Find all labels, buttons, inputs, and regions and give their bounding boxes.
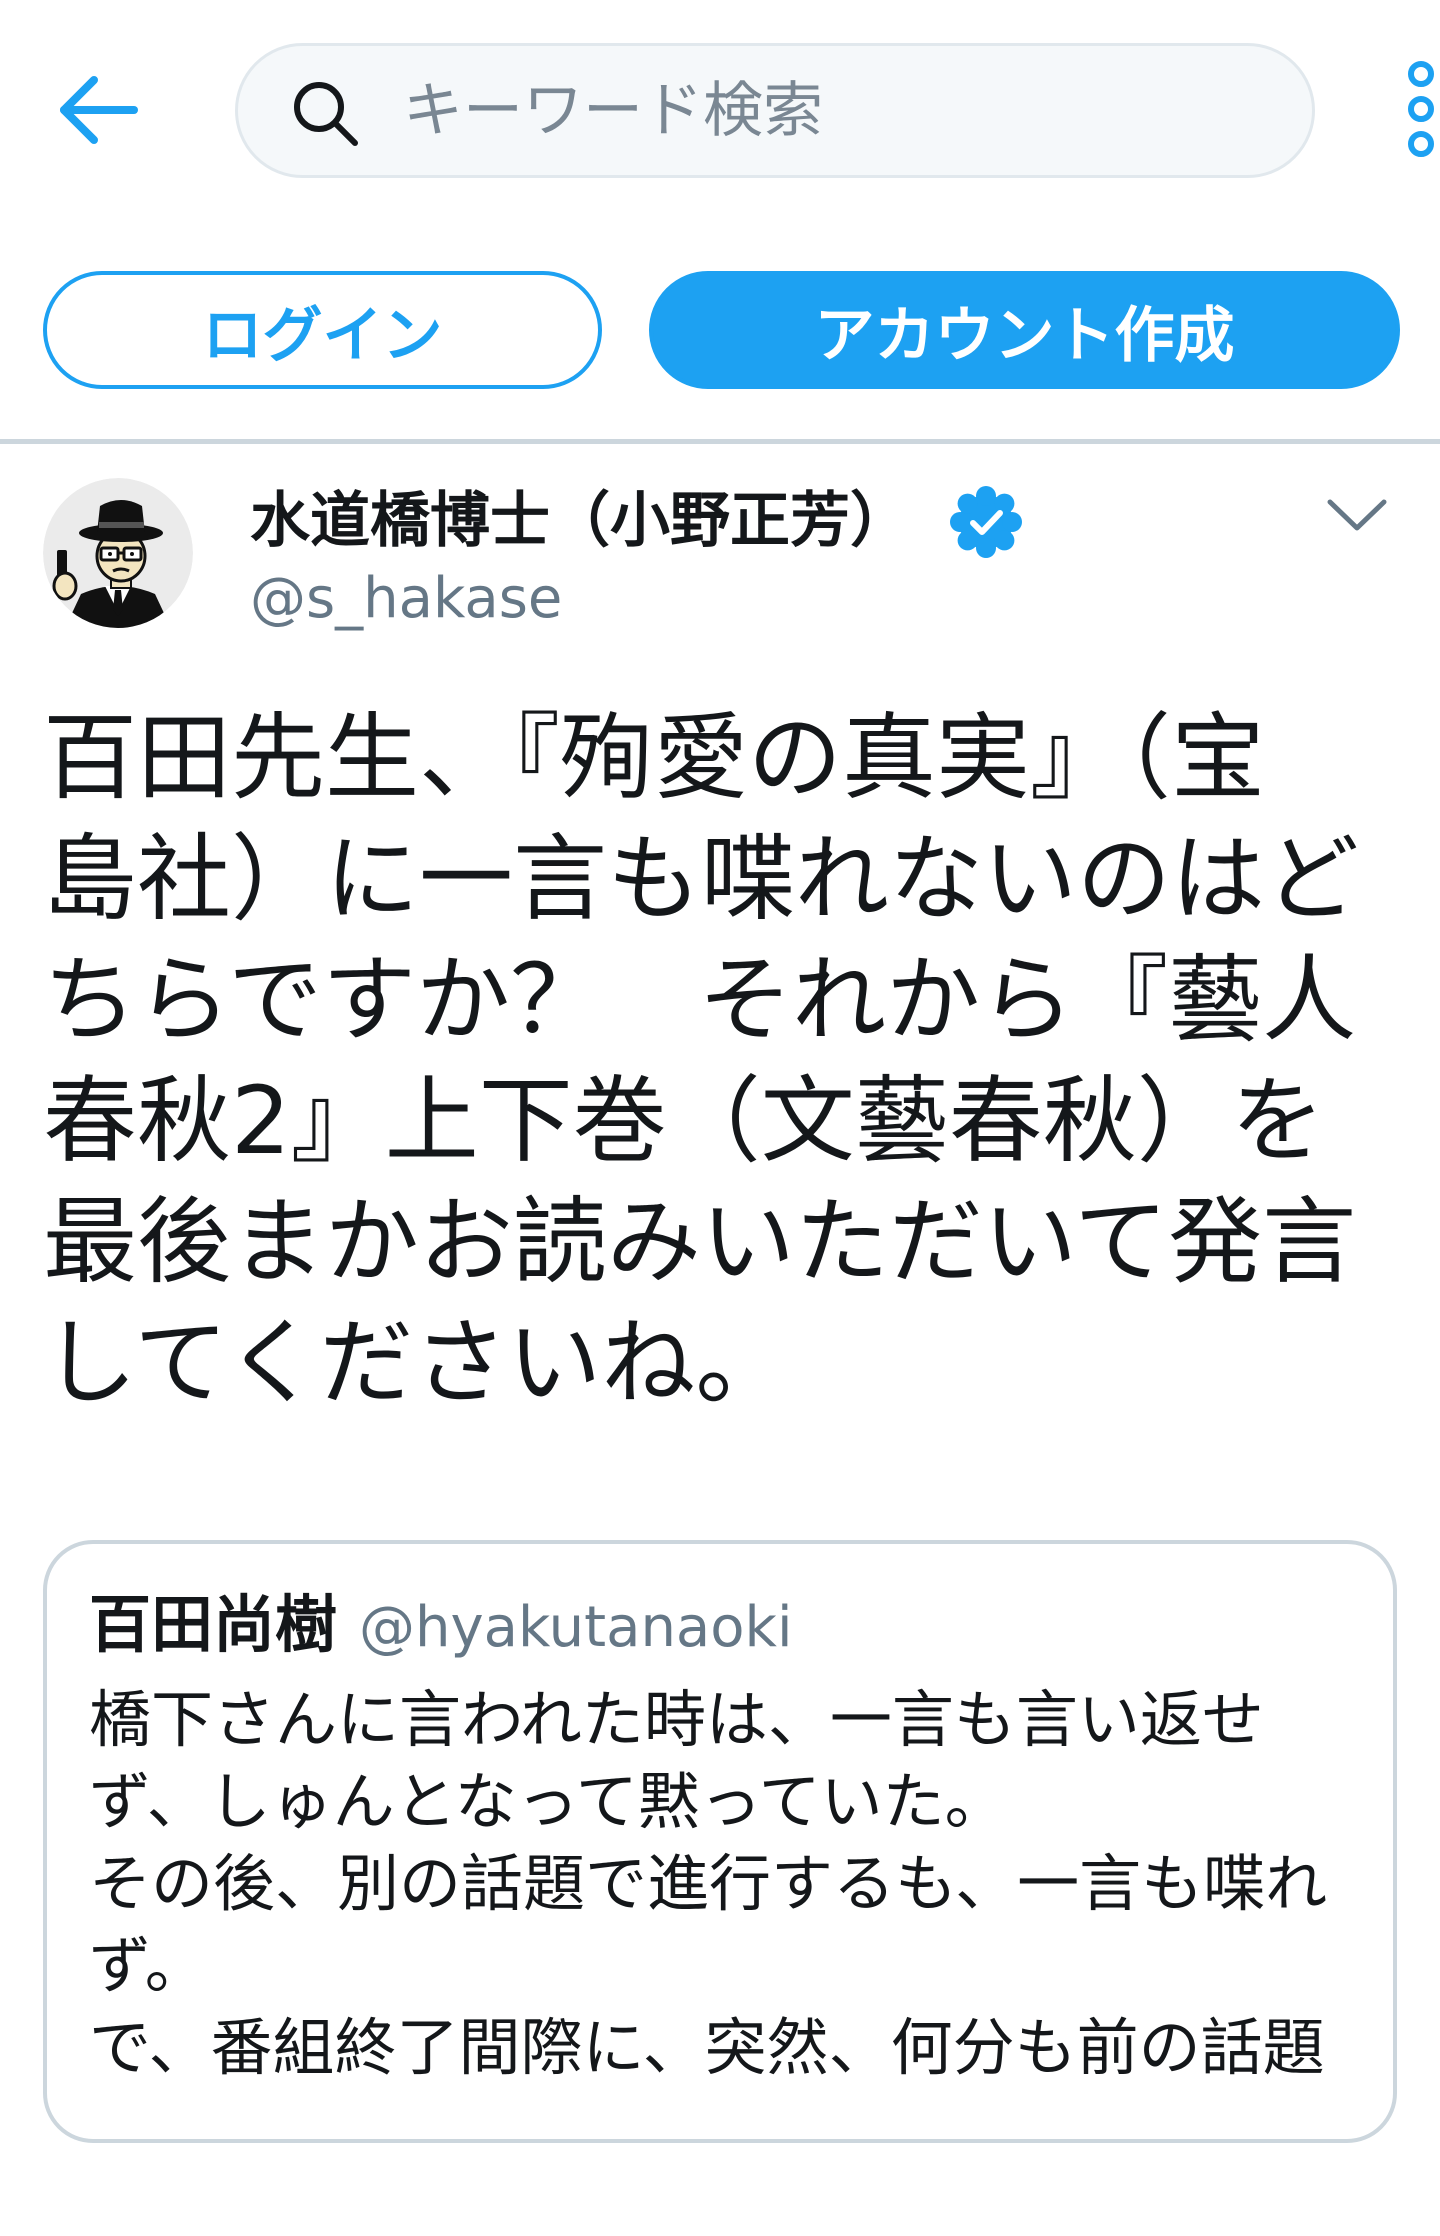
tweet-author-name[interactable]: 水道橋博士（小野正芳） bbox=[250, 483, 950, 559]
tweet-text-line: ちらですか？ それから『藝人 bbox=[43, 946, 1357, 1055]
tweet-text-line: してくださいね。 bbox=[43, 1309, 790, 1418]
search-input[interactable] bbox=[403, 68, 1263, 154]
tweet-author-handle[interactable]: @s_hakase bbox=[250, 563, 950, 635]
avatar[interactable] bbox=[43, 478, 193, 628]
quoted-text-line: で、番組終了間際に、突然、何分も前の話題 bbox=[89, 2011, 1325, 2084]
more-vertical-icon bbox=[1408, 61, 1434, 157]
avatar-image bbox=[43, 478, 193, 628]
quoted-author-handle: @hyakutanaoki bbox=[359, 1595, 793, 1660]
search-box[interactable] bbox=[235, 43, 1315, 178]
chevron-down-icon bbox=[1327, 499, 1387, 531]
arrow-left-icon bbox=[60, 76, 138, 144]
quoted-author-name: 百田尚樹 bbox=[89, 1588, 338, 1661]
login-button[interactable]: ログイン bbox=[43, 271, 602, 389]
quoted-text-line: その後、別の話題で進行するも、一言も喋れ bbox=[89, 1847, 1328, 1920]
quoted-tweet-text: 橋下さんに言われた時は、一言も言い返せ ず、しゅんとなって黙っていた。 その後、… bbox=[89, 1679, 1369, 2094]
verified-badge-icon bbox=[950, 486, 1022, 558]
tweet-menu-button[interactable] bbox=[1322, 494, 1392, 538]
quoted-tweet-card[interactable]: 百田尚樹 @hyakutanaoki 橋下さんに言われた時は、一言も言い返せ ず、… bbox=[43, 1540, 1397, 2143]
quoted-text-line: 橋下さんに言われた時は、一言も言い返せ bbox=[89, 1683, 1264, 1756]
search-icon bbox=[294, 82, 358, 146]
tweet-text-line: 最後まかお読みいただいて発言 bbox=[43, 1188, 1357, 1297]
quoted-tweet-header: 百田尚樹 @hyakutanaoki bbox=[89, 1584, 1349, 1666]
tweet-text: 百田先生、『殉愛の真実』（宝 島社）に一言も喋れないのはど ちらですか？ それか… bbox=[43, 698, 1423, 1424]
back-button[interactable] bbox=[54, 72, 142, 148]
more-options-button[interactable] bbox=[1395, 55, 1440, 165]
tweet-text-line: 島社）に一言も喋れないのはど bbox=[43, 825, 1360, 934]
create-account-button[interactable]: アカウント作成 bbox=[649, 271, 1400, 389]
tweet-text-line: 春秋2』上下巻（文藝春秋）を bbox=[43, 1067, 1325, 1176]
header-divider bbox=[0, 439, 1440, 444]
quoted-text-line: ず。 bbox=[89, 1929, 207, 2002]
tweet-text-line: 百田先生、『殉愛の真実』（宝 bbox=[43, 704, 1266, 813]
quoted-text-line: ず、しゅんとなって黙っていた。 bbox=[89, 1765, 1007, 1838]
